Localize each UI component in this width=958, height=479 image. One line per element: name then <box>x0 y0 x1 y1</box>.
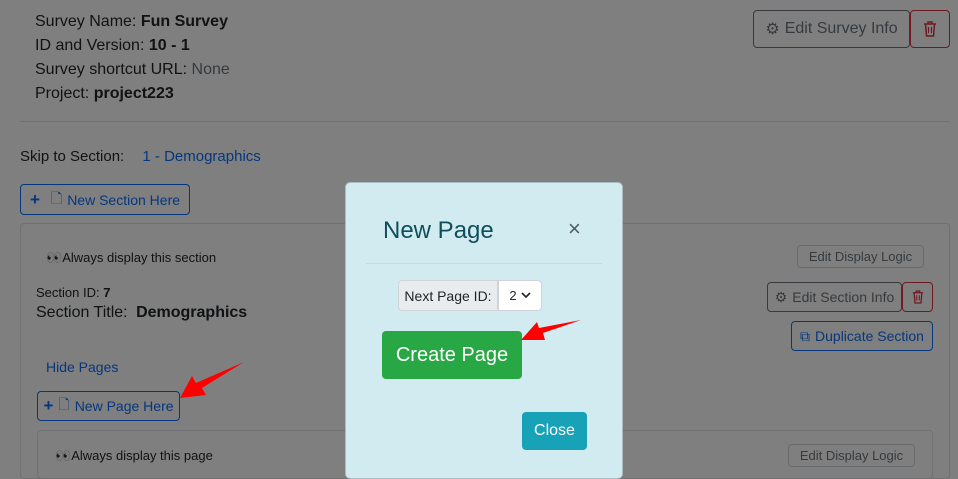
close-button[interactable]: Close <box>522 412 587 450</box>
next-page-id-value: 2 <box>509 288 517 303</box>
next-page-id-select[interactable]: 2 <box>498 280 542 311</box>
modal-divider <box>366 263 602 264</box>
create-page-button[interactable]: Create Page <box>382 331 522 379</box>
modal-title: New Page <box>383 217 494 244</box>
close-icon[interactable]: × <box>568 216 581 242</box>
chevron-down-icon <box>521 292 531 299</box>
annotation-arrow-create-page <box>521 320 581 340</box>
next-page-id-label: Next Page ID: <box>398 280 498 311</box>
annotation-arrow-new-page <box>180 362 244 398</box>
